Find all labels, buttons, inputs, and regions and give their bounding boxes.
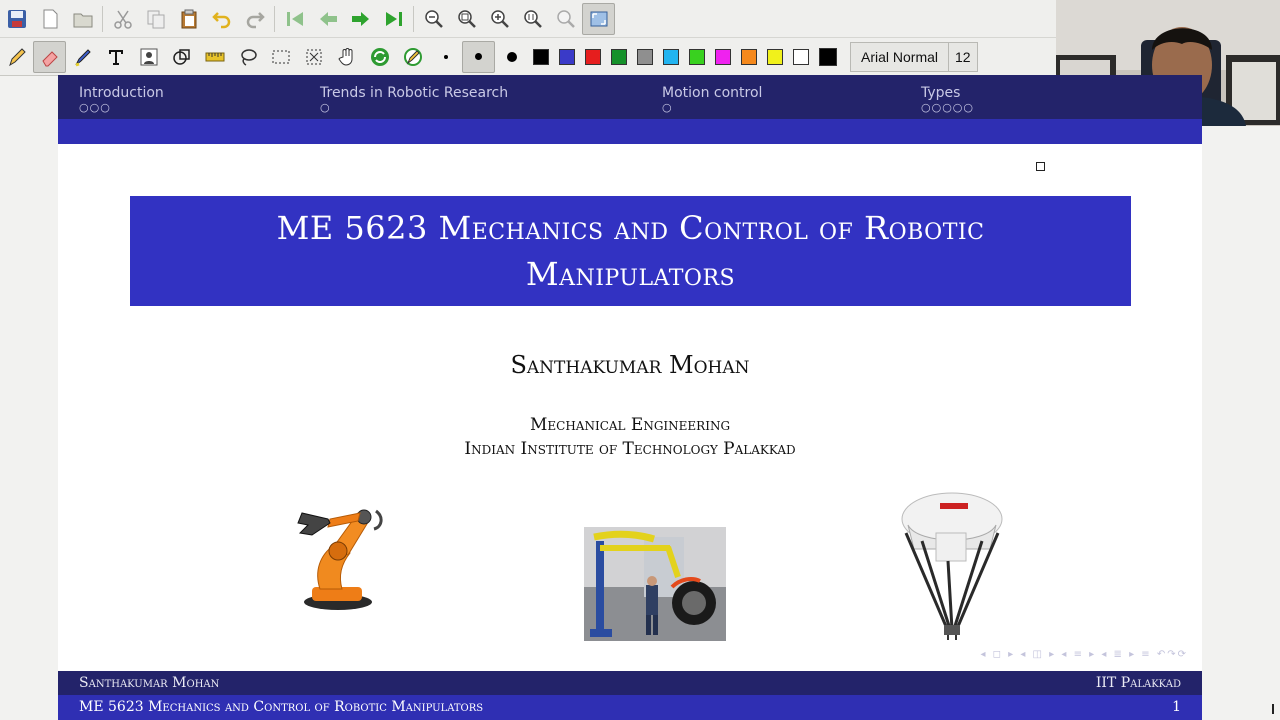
undo-icon[interactable] [205,3,238,35]
color-swatch[interactable] [741,48,757,65]
nav-section-label: Introduction [79,85,164,101]
pen-width-large[interactable] [495,41,528,73]
nav-section-dots[interactable]: ○ [320,102,508,114]
beamer-navigation-symbols[interactable]: ◂ ◻ ▸ ◂ ◫ ▸ ◂ ≡ ▸ ◂ ≣ ▸ ≡ ↶↷⟳ [980,649,1188,660]
refresh-icon[interactable] [363,41,396,73]
nav-section-trends[interactable]: Trends in Robotic Research ○ [320,85,508,114]
color-palette [528,47,842,66]
color-swatch[interactable] [663,48,679,65]
new-page-icon[interactable] [33,3,66,35]
zoom-out-icon[interactable] [417,3,450,35]
color-swatch[interactable] [611,48,627,65]
color-swatch[interactable] [793,48,809,65]
section-navigation-bar: Introduction ○○○ Trends in Robotic Resea… [58,75,1202,119]
nav-section-dots[interactable]: ○ [662,102,762,114]
color-swatch[interactable] [637,48,653,65]
save-icon[interactable] [0,3,33,35]
font-name[interactable]: Arial Normal [851,43,948,71]
page-number: 1 [1172,699,1181,715]
toolbar-separator [102,5,103,32]
color-swatch[interactable] [585,48,601,65]
hand-pan-icon[interactable] [330,41,363,73]
font-size[interactable]: 12 [948,42,977,71]
nav-section-types[interactable]: Types ○○○○○ [921,85,974,114]
header-strip [58,119,1202,144]
pen-width-small[interactable] [429,41,462,73]
zoom-fit-page-icon[interactable] [549,3,582,35]
nav-section-label: Motion control [662,85,763,101]
pneumatic-manipulator-image [584,527,726,645]
toolbar-separator [274,5,275,32]
annotation-app-window: Arial Normal 12 Introduction ○○○ Trends [0,0,1280,720]
nav-section-motion-control[interactable]: Motion control ○ [662,85,762,114]
footer-author-bar: Santhakumar Mohan IIT Palakkad [58,671,1202,695]
nav-section-label: Trends in Robotic Research [320,85,509,101]
nav-section-introduction[interactable]: Introduction ○○○ [79,85,164,114]
industrial-robot-arm-image [272,499,392,619]
select-region-icon[interactable] [297,41,330,73]
scrollbar-thumb[interactable] [1272,704,1274,714]
fullscreen-icon[interactable] [582,2,615,35]
presentation-slide: Introduction ○○○ Trends in Robotic Resea… [58,75,1202,720]
nav-section-dots[interactable]: ○○○ [79,102,164,114]
first-page-icon[interactable] [278,3,311,35]
last-page-icon[interactable] [377,3,410,35]
open-folder-icon[interactable] [66,3,99,35]
next-page-icon[interactable] [344,3,377,35]
zoom-reset-icon[interactable] [450,3,483,35]
footer-title-bar: ME 5623 Mechanics and Control of Robotic… [58,695,1202,720]
institute: Indian Institute of Technology Palakkad [464,439,796,459]
nav-section-label: Types [921,85,961,101]
copy-icon[interactable] [139,3,172,35]
delta-parallel-robot-image [888,489,1016,645]
affiliation: Mechanical Engineering Indian Institute … [58,413,1202,461]
annotation-toolbar: Arial Normal 12 [0,38,1056,76]
color-swatch[interactable] [533,48,549,65]
footer-institute: IIT Palakkad [1095,675,1181,691]
color-swatch[interactable] [559,48,575,65]
redo-icon[interactable] [238,3,271,35]
color-swatch[interactable] [715,48,731,65]
color-swatch[interactable] [689,48,705,65]
nav-section-dots[interactable]: ○○○○○ [921,102,974,114]
pen-settings-icon[interactable] [396,41,429,73]
ruler-icon[interactable] [198,41,231,73]
department: Mechanical Engineering [529,415,731,435]
footer-author: Santhakumar Mohan [79,675,220,691]
footer-course-title: ME 5623 Mechanics and Control of Robotic… [79,699,484,715]
select-rectangle-icon[interactable] [264,41,297,73]
lasso-icon[interactable] [231,41,264,73]
zoom-in-icon[interactable] [483,3,516,35]
stamp-icon[interactable] [132,41,165,73]
right-margin [1202,126,1280,720]
toolbar-separator [413,5,414,32]
shapes-icon[interactable] [165,41,198,73]
previous-page-icon[interactable] [311,3,344,35]
square-marker-icon [1036,162,1045,171]
eraser-icon[interactable] [33,40,66,73]
highlighter-icon[interactable] [66,41,99,73]
text-tool-icon[interactable] [99,41,132,73]
color-swatch[interactable] [819,47,837,66]
pen-icon[interactable] [0,41,33,73]
cut-icon[interactable] [106,3,139,35]
pen-width-medium[interactable] [462,40,495,73]
zoom-fit-width-icon[interactable] [516,3,549,35]
font-selector[interactable]: Arial Normal 12 [850,41,978,72]
author-name: Santhakumar Mohan [510,351,750,379]
slide-title: ME 5623 Mechanics and Control of Robotic… [130,196,1131,306]
main-toolbar [0,0,1056,38]
color-swatch[interactable] [767,48,783,65]
paste-icon[interactable] [172,3,205,35]
